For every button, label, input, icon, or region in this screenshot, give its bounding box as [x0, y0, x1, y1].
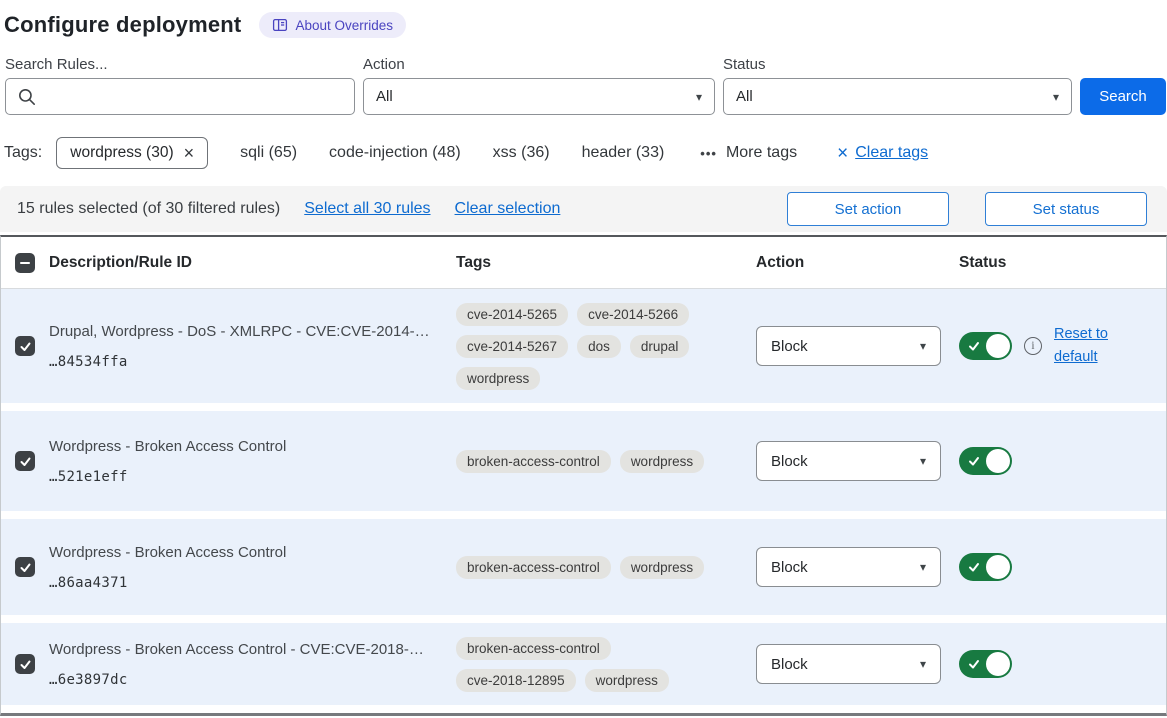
rule-status-toggle-on[interactable] [959, 650, 1012, 678]
selected-tag-label: wordpress (30) [70, 144, 173, 162]
rule-action-value: Block [771, 656, 808, 673]
book-icon [272, 17, 288, 33]
action-filter-value: All [376, 88, 393, 105]
rule-action-value: Block [771, 453, 808, 470]
rule-tag: cve-2014-5265 [456, 303, 568, 326]
rule-description: Wordpress - Broken Access Control [49, 437, 440, 457]
action-filter-label: Action [363, 56, 715, 73]
rule-description: Wordpress - Broken Access Control [49, 543, 440, 563]
selected-tag-wordpress[interactable]: wordpress (30) × [56, 137, 208, 169]
tag-option-sqli[interactable]: sqli (65) [240, 144, 297, 162]
row-checkbox-checked[interactable] [15, 557, 35, 577]
rule-tag: wordpress [585, 669, 669, 692]
rule-description: Wordpress - Broken Access Control - CVE:… [49, 640, 440, 660]
row-checkbox-checked[interactable] [15, 451, 35, 471]
tags-label: Tags: [4, 144, 42, 162]
select-all-checkbox-indeterminate[interactable] [15, 253, 35, 273]
column-header-description: Description/Rule ID [49, 254, 456, 272]
rule-action-select[interactable]: Block ▾ [756, 547, 941, 587]
toggle-knob [986, 449, 1010, 473]
set-action-button[interactable]: Set action [787, 192, 949, 226]
rule-status-toggle-on[interactable] [959, 332, 1012, 360]
rule-tag: broken-access-control [456, 637, 611, 660]
status-filter-select[interactable]: All ▾ [723, 78, 1072, 115]
more-tags-label: More tags [726, 144, 797, 162]
chevron-down-icon: ▾ [920, 454, 926, 468]
chevron-down-icon: ▾ [920, 339, 926, 353]
chevron-down-icon: ▾ [696, 90, 702, 104]
column-header-tags: Tags [456, 254, 756, 272]
rule-tag: dos [577, 335, 621, 358]
about-overrides-badge[interactable]: About Overrides [259, 12, 406, 38]
rule-tag: cve-2018-12895 [456, 669, 576, 692]
about-overrides-label: About Overrides [295, 18, 393, 33]
clear-selection-link[interactable]: Clear selection [455, 200, 561, 218]
status-filter-value: All [736, 88, 753, 105]
set-status-button[interactable]: Set status [985, 192, 1147, 226]
select-all-link[interactable]: Select all 30 rules [304, 200, 430, 218]
selection-bar: 15 rules selected (of 30 filtered rules)… [0, 186, 1167, 232]
info-icon[interactable]: i [1024, 337, 1042, 355]
rule-description: Drupal, Wordpress - DoS - XMLRPC - CVE:C… [49, 322, 440, 342]
chevron-down-icon: ▾ [1053, 90, 1059, 104]
ellipsis-icon: ••• [700, 146, 717, 161]
rule-tag: wordpress [456, 367, 540, 390]
rule-id: …84534ffa [49, 354, 440, 370]
search-rules-input[interactable] [44, 88, 342, 105]
rule-action-select[interactable]: Block ▾ [756, 441, 941, 481]
rule-tag: wordpress [620, 450, 704, 473]
more-tags-button[interactable]: ••• More tags [700, 144, 797, 162]
row-checkbox-checked[interactable] [15, 654, 35, 674]
rule-tag: wordpress [620, 556, 704, 579]
search-icon [18, 88, 36, 106]
rule-action-value: Block [771, 338, 808, 355]
rule-action-value: Block [771, 559, 808, 576]
remove-tag-icon[interactable]: × [184, 144, 195, 162]
search-rules-label: Search Rules... [5, 56, 355, 73]
tag-option-xss[interactable]: xss (36) [493, 144, 550, 162]
search-button[interactable]: Search [1080, 78, 1166, 115]
toggle-knob [986, 555, 1010, 579]
table-row: Wordpress - Broken Access Control - CVE:… [1, 623, 1166, 705]
search-rules-box [5, 78, 355, 115]
table-header-row: Description/Rule ID Tags Action Status [1, 237, 1166, 289]
row-checkbox-checked[interactable] [15, 336, 35, 356]
rule-id: …6e3897dc [49, 672, 440, 688]
table-row: Wordpress - Broken Access Control …86aa4… [1, 519, 1166, 615]
rule-status-toggle-on[interactable] [959, 553, 1012, 581]
chevron-down-icon: ▾ [920, 560, 926, 574]
column-header-action: Action [756, 254, 959, 272]
chevron-down-icon: ▾ [920, 657, 926, 671]
rule-action-select[interactable]: Block ▾ [756, 326, 941, 366]
rule-tag: cve-2014-5267 [456, 335, 568, 358]
close-icon: × [837, 144, 848, 163]
reset-to-default-link[interactable]: Reset to default [1054, 323, 1118, 369]
rule-id: …86aa4371 [49, 575, 440, 591]
rule-tag: cve-2014-5266 [577, 303, 689, 326]
rule-tag: drupal [630, 335, 690, 358]
rule-id: …521e1eff [49, 469, 440, 485]
toggle-knob [986, 652, 1010, 676]
status-filter-label: Status [723, 56, 1072, 73]
clear-tags-label: Clear tags [855, 144, 928, 162]
action-filter-select[interactable]: All ▾ [363, 78, 715, 115]
rule-status-toggle-on[interactable] [959, 447, 1012, 475]
clear-tags-link[interactable]: × Clear tags [837, 144, 928, 163]
column-header-status: Status [959, 254, 1166, 272]
rule-tag: broken-access-control [456, 450, 611, 473]
rule-tag: broken-access-control [456, 556, 611, 579]
tag-option-code-injection[interactable]: code-injection (48) [329, 144, 461, 162]
page-title: Configure deployment [4, 12, 241, 38]
table-row: Drupal, Wordpress - DoS - XMLRPC - CVE:C… [1, 289, 1166, 403]
tag-option-header[interactable]: header (33) [582, 144, 665, 162]
selection-summary: 15 rules selected (of 30 filtered rules) [17, 200, 280, 218]
rules-table: Description/Rule ID Tags Action Status D… [0, 235, 1167, 716]
toggle-knob [986, 334, 1010, 358]
table-row: Wordpress - Broken Access Control …521e1… [1, 411, 1166, 511]
rule-action-select[interactable]: Block ▾ [756, 644, 941, 684]
